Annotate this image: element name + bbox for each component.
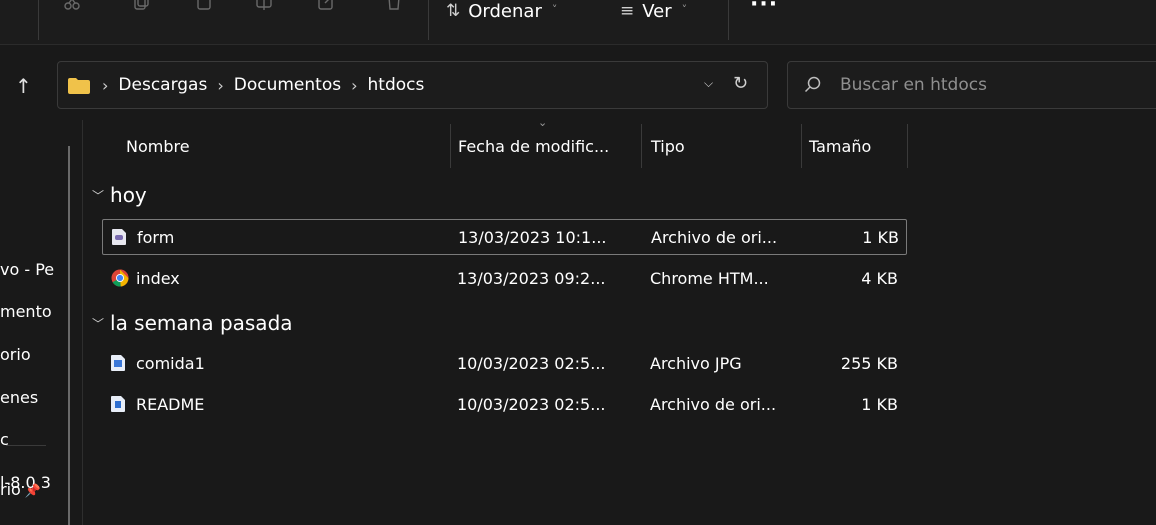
view-label: Ver: [642, 0, 672, 22]
paste-icon[interactable]: [196, 0, 212, 10]
navigation-pane: vo - Pe mento orio enes c l-8.0.3: [0, 120, 56, 525]
cut-icon[interactable]: [64, 0, 80, 10]
pane-divider[interactable]: [82, 120, 83, 525]
address-bar[interactable]: › Descargas › Documentos › htdocs ⌵ ↻: [57, 61, 768, 109]
up-arrow-icon[interactable]: ↑: [15, 74, 32, 98]
copy-icon[interactable]: [134, 0, 150, 10]
text-file-icon: [111, 396, 125, 412]
column-header-type[interactable]: Tipo: [651, 124, 685, 168]
chevron-down-icon: ﹀: [92, 188, 105, 203]
file-row[interactable]: comida1 10/03/2023 02:5... Archivo JPG 2…: [102, 346, 907, 382]
nav-item[interactable]: orio: [0, 345, 31, 364]
breadcrumb-separator-icon: ›: [217, 75, 224, 95]
toolbar-divider: [428, 0, 429, 40]
file-date: 10/03/2023 02:5...: [457, 395, 606, 414]
file-size: 1 KB: [861, 395, 898, 414]
share-icon[interactable]: [318, 0, 334, 10]
file-name: index: [136, 269, 180, 288]
nav-divider: [6, 445, 46, 446]
more-options-button[interactable]: ···: [750, 0, 778, 17]
chevron-down-icon: ﹀: [92, 316, 105, 331]
chevron-down-icon: ˅: [681, 2, 688, 16]
nav-item[interactable]: enes: [0, 388, 38, 407]
column-separator[interactable]: [641, 124, 642, 168]
column-header-date[interactable]: Fecha de modific...: [458, 124, 609, 168]
file-row[interactable]: README 10/03/2023 02:5... Archivo de ori…: [102, 387, 907, 423]
nav-scrollbar[interactable]: [68, 146, 70, 525]
folder-icon: [68, 78, 90, 94]
sort-icon: ⇅: [446, 1, 461, 21]
search-box[interactable]: Buscar en htdocs: [787, 61, 1156, 109]
nav-item-label: rio: [0, 480, 21, 499]
chevron-down-icon[interactable]: ⌵: [704, 76, 713, 91]
group-header[interactable]: ﹀ hoy: [92, 181, 147, 209]
nav-item[interactable]: vo - Pe: [0, 260, 54, 279]
file-size: 1 KB: [862, 228, 899, 247]
breadcrumb-item[interactable]: Documentos: [234, 75, 341, 95]
file-type: Archivo JPG: [650, 354, 742, 373]
rename-icon[interactable]: [256, 0, 272, 10]
file-row[interactable]: form 13/03/2023 10:1... Archivo de ori..…: [102, 219, 907, 255]
pin-icon: 📌: [24, 484, 41, 499]
group-label: hoy: [110, 183, 147, 207]
chevron-down-icon: ˅: [551, 2, 558, 16]
php-file-icon: [112, 229, 126, 245]
breadcrumb-item[interactable]: Descargas: [118, 75, 207, 95]
file-date: 13/03/2023 10:1...: [458, 228, 607, 247]
sort-label: Ordenar: [468, 0, 542, 22]
column-header-size[interactable]: Tamaño: [809, 124, 871, 168]
file-explorer-window: ⇅ Ordenar ˅ ≡ Ver ˅ ··· ↑ › Descargas › …: [0, 0, 1156, 525]
file-type: Chrome HTM...: [650, 269, 769, 288]
toolbar-divider: [728, 0, 729, 40]
file-name: README: [136, 395, 205, 414]
file-size: 255 KB: [840, 354, 898, 373]
file-name: comida1: [136, 354, 205, 373]
breadcrumb-separator-icon: ›: [102, 75, 109, 95]
view-button[interactable]: ≡ Ver ˅: [620, 0, 687, 26]
nav-item-pinned[interactable]: rio 📌: [0, 480, 41, 499]
column-header-name[interactable]: Nombre: [126, 124, 190, 168]
file-date: 10/03/2023 02:5...: [457, 354, 606, 373]
chrome-icon: [111, 269, 129, 287]
image-file-icon: [111, 355, 125, 371]
sort-button[interactable]: ⇅ Ordenar ˅: [446, 0, 557, 26]
file-type: Archivo de ori...: [651, 228, 778, 247]
file-size: 4 KB: [861, 269, 898, 288]
command-bar: ⇅ Ordenar ˅ ≡ Ver ˅ ···: [0, 0, 1156, 45]
file-type: Archivo de ori...: [650, 395, 777, 414]
column-separator[interactable]: [907, 124, 908, 168]
delete-icon[interactable]: [386, 0, 402, 10]
search-placeholder: Buscar en htdocs: [840, 75, 987, 95]
search-icon: [804, 76, 821, 93]
breadcrumb: › Descargas › Documentos › htdocs: [102, 62, 424, 108]
group-header[interactable]: ﹀ la semana pasada: [92, 309, 293, 337]
breadcrumb-separator-icon: ›: [351, 75, 358, 95]
file-name: form: [137, 228, 175, 247]
nav-item[interactable]: c: [0, 430, 9, 449]
group-label: la semana pasada: [110, 311, 293, 335]
toolbar-divider: [38, 0, 39, 40]
breadcrumb-item[interactable]: htdocs: [368, 75, 425, 95]
nav-item[interactable]: mento: [0, 302, 52, 321]
column-separator[interactable]: [801, 124, 802, 168]
view-icon: ≡: [620, 1, 635, 21]
refresh-icon[interactable]: ↻: [733, 73, 748, 94]
file-date: 13/03/2023 09:2...: [457, 269, 606, 288]
column-separator[interactable]: [450, 124, 451, 168]
file-row[interactable]: index 13/03/2023 09:2... Chrome HTM... 4…: [102, 261, 907, 297]
